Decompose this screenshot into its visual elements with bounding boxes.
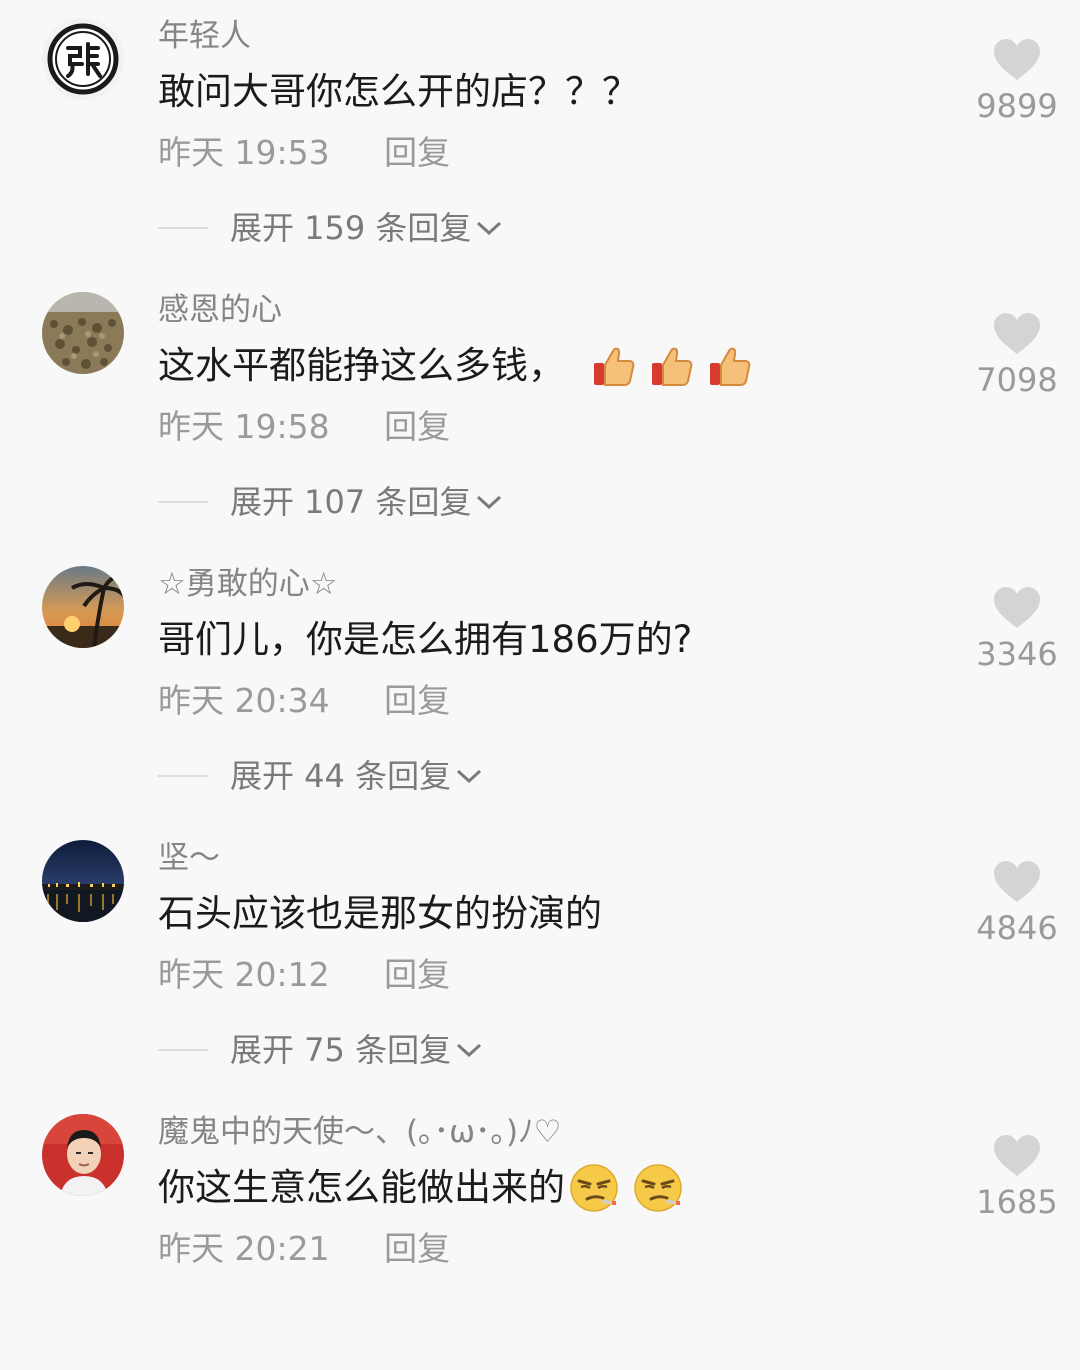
- grain-photo-avatar[interactable]: [42, 292, 124, 374]
- smirk-face-icon: [570, 1164, 618, 1212]
- zhang-seal-avatar[interactable]: [42, 18, 124, 100]
- chevron-down-icon: [477, 221, 502, 236]
- comment-item: 年轻人 敢问大哥你怎么开的店？？？ 昨天 19:53 回复 展开 159 条回复…: [0, 0, 1080, 274]
- like-button[interactable]: 1685: [960, 1116, 1074, 1226]
- divider-line: [158, 775, 208, 777]
- like-button[interactable]: 3346: [960, 568, 1074, 678]
- comment-text: 石头应该也是那女的扮演的: [158, 888, 602, 940]
- reply-button[interactable]: 回复: [384, 407, 450, 446]
- expand-replies-label: 展开 75 条回复: [230, 1031, 452, 1069]
- reply-button[interactable]: 回复: [384, 133, 450, 172]
- comment-text-body: 这水平都能挣这么多钱，: [158, 344, 565, 387]
- reply-button[interactable]: 回复: [384, 955, 450, 994]
- comment-item: 坚～ 石头应该也是那女的扮演的 昨天 20:12 回复 展开 75 条回复 48…: [0, 822, 1080, 1096]
- comment-text: 这水平都能挣这么多钱，: [158, 340, 765, 392]
- like-count: 4846: [976, 909, 1058, 947]
- divider-line: [158, 501, 208, 503]
- heart-icon: [994, 1135, 1040, 1176]
- comment-username[interactable]: 坚～: [158, 838, 220, 878]
- comment-meta: 昨天 20:34 回复: [158, 679, 450, 723]
- thumbs-up-icon: [652, 347, 693, 386]
- chevron-down-icon: [457, 769, 482, 784]
- night-city-avatar[interactable]: [42, 840, 124, 922]
- reply-button[interactable]: 回复: [384, 681, 450, 720]
- comment-time: 昨天 20:34: [158, 681, 330, 720]
- comment-time: 昨天 19:58: [158, 407, 330, 446]
- comment-item: ☆勇敢的心☆ 哥们儿，你是怎么拥有186万的? 昨天 20:34 回复 展开 4…: [0, 548, 1080, 822]
- reply-button[interactable]: 回复: [384, 1229, 450, 1268]
- expand-replies-button[interactable]: 展开 44 条回复: [158, 754, 483, 798]
- emoji-group: [591, 344, 765, 388]
- comment-time: 昨天 19:53: [158, 133, 330, 172]
- heart-icon: [994, 861, 1040, 902]
- comment-time: 昨天 20:21: [158, 1229, 330, 1268]
- comment-text-body: 敢问大哥你怎么开的店？？？: [158, 70, 639, 113]
- like-button[interactable]: 9899: [960, 20, 1074, 130]
- expand-replies-label: 展开 159 条回复: [230, 209, 472, 247]
- emoji-group: [569, 1163, 697, 1213]
- comment-meta: 昨天 20:21 回复: [158, 1227, 450, 1271]
- expand-replies-button[interactable]: 展开 107 条回复: [158, 480, 503, 524]
- palm-sunset-avatar[interactable]: [42, 566, 124, 648]
- comment-text: 敢问大哥你怎么开的店？？？: [158, 66, 639, 118]
- comment-meta: 昨天 19:53 回复: [158, 131, 450, 175]
- comment-text: 你这生意怎么能做出来的: [158, 1162, 697, 1214]
- comment-username[interactable]: 年轻人: [158, 16, 251, 56]
- comment-item: 魔鬼中的天使～、(｡･ω･｡)ﾉ♡ 你这生意怎么能做出来的 昨天 20:21 回…: [0, 1096, 1080, 1370]
- thumbs-up-icon: [594, 347, 635, 386]
- comment-time: 昨天 20:12: [158, 955, 330, 994]
- like-button[interactable]: 7098: [960, 294, 1074, 404]
- comment-text-body: 石头应该也是那女的扮演的: [158, 892, 602, 935]
- like-count: 7098: [976, 361, 1058, 399]
- like-count: 9899: [976, 87, 1058, 125]
- comment-item: 感恩的心 这水平都能挣这么多钱， 昨天 19:58 回复 展开 107 条回复 …: [0, 274, 1080, 548]
- comment-text-body: 哥们儿，你是怎么拥有186万的?: [158, 618, 693, 661]
- divider-line: [158, 227, 208, 229]
- divider-line: [158, 1049, 208, 1051]
- like-count: 3346: [976, 635, 1058, 673]
- thumbs-up-icon: [710, 347, 751, 386]
- like-count: 1685: [976, 1183, 1058, 1221]
- heart-icon: [994, 39, 1040, 80]
- comment-meta: 昨天 19:58 回复: [158, 405, 450, 449]
- comment-username[interactable]: 感恩的心: [158, 290, 282, 330]
- chevron-down-icon: [477, 495, 502, 510]
- like-button[interactable]: 4846: [960, 842, 1074, 952]
- smirk-face-icon: [634, 1164, 682, 1212]
- comment-meta: 昨天 20:12 回复: [158, 953, 450, 997]
- heart-icon: [994, 313, 1040, 354]
- comment-text-body: 你这生意怎么能做出来的: [158, 1166, 565, 1209]
- expand-replies-button[interactable]: 展开 159 条回复: [158, 206, 503, 250]
- heart-icon: [994, 587, 1040, 628]
- man-portrait-avatar[interactable]: [42, 1114, 124, 1196]
- expand-replies-label: 展开 44 条回复: [230, 757, 452, 795]
- chevron-down-icon: [457, 1043, 482, 1058]
- comment-text: 哥们儿，你是怎么拥有186万的?: [158, 614, 692, 666]
- expand-replies-label: 展开 107 条回复: [230, 483, 472, 521]
- expand-replies-button[interactable]: 展开 75 条回复: [158, 1028, 483, 1072]
- comment-username[interactable]: ☆勇敢的心☆: [158, 564, 338, 604]
- comment-username[interactable]: 魔鬼中的天使～、(｡･ω･｡)ﾉ♡: [158, 1112, 561, 1152]
